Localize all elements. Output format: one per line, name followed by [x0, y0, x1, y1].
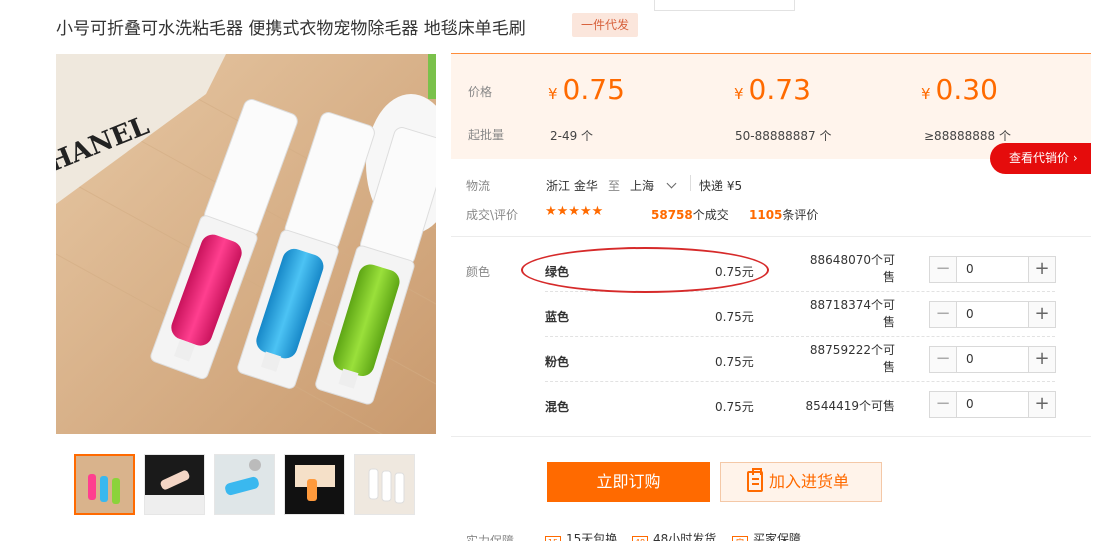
add-to-purchase-list-button[interactable]: 加入进货单	[720, 462, 882, 502]
plus-button[interactable]: +	[1028, 257, 1055, 282]
price-tier-2-range: 50-88888887 个	[735, 129, 832, 143]
guarantee-item: 4848小时发货	[632, 530, 716, 541]
clipboard-icon	[747, 468, 763, 492]
ship-to-word: 至	[608, 179, 621, 193]
badge-48-icon: 48	[632, 536, 648, 541]
variant-stock: 8544419个可售	[805, 399, 895, 413]
divider	[451, 436, 1091, 437]
price-tier-3-range: ≥88888888 个	[924, 129, 1011, 143]
rating-stars: ★★★★★	[545, 204, 604, 219]
deals-count: 58758	[651, 208, 693, 222]
currency-symbol: ¥	[548, 85, 558, 103]
variant-price: 0.75元	[715, 310, 754, 324]
deals-reviews-label: 成交\评价	[466, 208, 519, 222]
price-label: 价格	[468, 85, 493, 99]
guarantee-item: 宝买家保障	[732, 530, 801, 541]
variant-price: 0.75元	[715, 400, 754, 414]
variant-name: 粉色	[545, 355, 570, 369]
price-tier-3: ¥0.30	[921, 73, 998, 106]
guarantee-item: 1515天包换	[545, 530, 617, 541]
plus-button[interactable]: +	[1028, 347, 1055, 372]
ship-method: 快递 ¥5	[699, 179, 743, 193]
view-proxy-price-button[interactable]: 查看代销价 ›	[990, 143, 1091, 174]
currency-symbol: ¥	[734, 85, 744, 103]
guarantee-label: 实力保障	[466, 534, 515, 541]
thumbnail-4[interactable]	[284, 454, 345, 515]
price-tier-1-range: 2-49 个	[550, 129, 594, 143]
plus-button[interactable]: +	[1028, 302, 1055, 327]
minus-button[interactable]: −	[930, 257, 957, 282]
thumbnail-2[interactable]	[144, 454, 205, 515]
quantity-stepper: − 0 +	[929, 346, 1056, 373]
thumbnail-3[interactable]	[214, 454, 275, 515]
deals-count-link[interactable]: 58758个成交	[651, 206, 729, 223]
quantity-input[interactable]: 0	[957, 347, 1028, 372]
product-title: 小号可折叠可水洗粘毛器 便携式衣物宠物除毛器 地毯床单毛刷	[56, 19, 526, 39]
review-suffix: 条评价	[782, 208, 819, 222]
ship-to-selector[interactable]: 上海	[630, 177, 677, 194]
quantity-input[interactable]: 0	[957, 302, 1028, 327]
price-tier-2: ¥0.73	[734, 73, 811, 106]
quantity-stepper: − 0 +	[929, 391, 1056, 418]
variant-row: 混色 0.75元 8544419个可售 − 0 +	[545, 382, 1056, 427]
minus-button[interactable]: −	[930, 347, 957, 372]
currency-symbol: ¥	[921, 85, 931, 103]
variant-stock: 88648070个可售	[809, 253, 895, 284]
quantity-stepper: − 0 +	[929, 301, 1056, 328]
annotation-oval	[521, 247, 769, 293]
add-to-purchase-list-label: 加入进货单	[769, 472, 850, 491]
buy-now-button[interactable]: 立即订购	[547, 462, 710, 502]
minus-button[interactable]: −	[930, 392, 957, 417]
quantity-input[interactable]: 0	[957, 257, 1028, 282]
plus-button[interactable]: +	[1028, 392, 1055, 417]
variant-stock: 88759222个可售	[809, 343, 895, 374]
price-tier-1: ¥0.75	[548, 73, 625, 106]
dropship-tag[interactable]: 一件代发	[572, 13, 639, 37]
review-count: 1105	[749, 208, 783, 222]
chevron-down-icon	[666, 178, 677, 189]
thumbnail-1[interactable]	[74, 454, 135, 515]
ship-to-city: 上海	[630, 179, 655, 193]
minus-button[interactable]: −	[930, 302, 957, 327]
quantity-input[interactable]: 0	[957, 392, 1028, 417]
color-label: 颜色	[466, 265, 491, 279]
variant-row: 粉色 0.75元 88759222个可售 − 0 +	[545, 337, 1056, 382]
deals-suffix: 个成交	[692, 208, 729, 222]
badge-15-icon: 15	[545, 536, 561, 541]
price-tier-3-value: 0.30	[935, 73, 998, 106]
price-tier-2-value: 0.73	[748, 73, 811, 106]
shield-icon: 宝	[732, 536, 748, 541]
lint-roller-illustration: HANEL	[56, 54, 436, 434]
variant-price: 0.75元	[715, 355, 754, 369]
thumbnail-5[interactable]	[354, 454, 415, 515]
variant-name: 混色	[545, 400, 570, 414]
reviews-count-link[interactable]: 1105条评价	[749, 206, 818, 223]
price-tier-1-value: 0.75	[562, 73, 625, 106]
variant-row: 蓝色 0.75元 88718374个可售 − 0 +	[545, 292, 1056, 337]
ship-from: 浙江 金华	[546, 179, 598, 193]
quantity-stepper: − 0 +	[929, 256, 1056, 283]
divider	[451, 236, 1091, 237]
main-product-image[interactable]: HANEL	[56, 54, 436, 434]
variant-stock: 88718374个可售	[809, 298, 895, 329]
top-search-box-edge	[654, 0, 795, 11]
price-panel: 价格 起批量 ¥0.75 2-49 个 ¥0.73 50-88888887 个 …	[451, 53, 1091, 159]
thumbnail-strip	[74, 454, 415, 515]
shipping-label: 物流	[466, 179, 491, 193]
moq-label: 起批量	[468, 128, 505, 142]
divider	[690, 175, 691, 191]
variant-name: 蓝色	[545, 310, 570, 324]
